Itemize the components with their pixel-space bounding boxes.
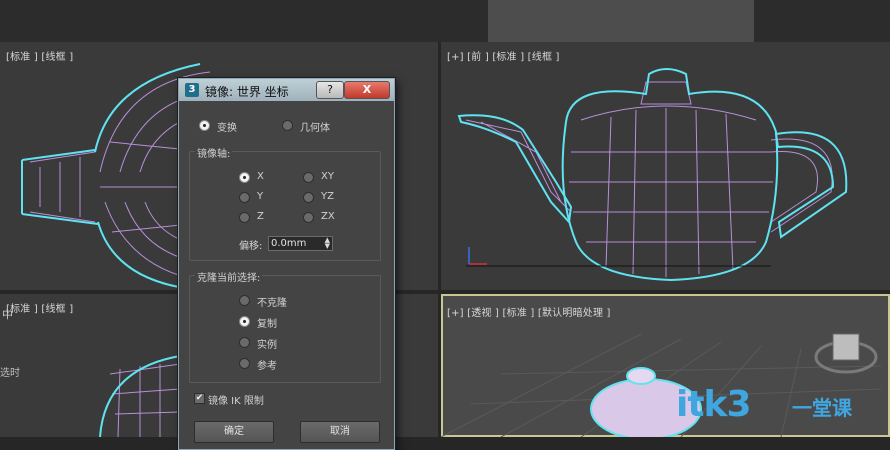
axis-y-label: Y	[257, 191, 264, 202]
viewport-label[interactable]: [标准 ] [线框 ]	[6, 300, 73, 315]
offset-label: 偏移:	[239, 241, 263, 252]
app-logo-icon: 3	[185, 83, 199, 97]
toolbar-panel	[488, 0, 754, 42]
radio-geometry-label: 几何体	[300, 123, 330, 134]
ok-button[interactable]: 确定	[194, 421, 274, 443]
reference-label: 参考	[257, 361, 277, 372]
dialog-title: 镜像: 世界 坐标	[205, 85, 289, 99]
radio-axis-xy[interactable]	[303, 172, 314, 183]
top-toolbar-strip	[0, 0, 890, 42]
radio-transform[interactable]	[199, 120, 210, 131]
spinner-arrows-icon[interactable]: ▲ ▼	[325, 237, 330, 250]
radio-instance[interactable]	[239, 337, 250, 348]
radio-transform-label: 变换	[217, 123, 237, 134]
viewport-label[interactable]: [+] [前 ] [标准 ] [线框 ]	[447, 48, 560, 63]
axis-z-label: Z	[257, 211, 264, 222]
mirror-ik-checkbox[interactable]: ✔	[194, 393, 205, 404]
radio-axis-y[interactable]	[239, 192, 250, 203]
offset-spinner[interactable]: 0.0mm ▲ ▼	[268, 236, 333, 251]
viewport-front[interactable]: [+] [前 ] [标准 ] [线框 ]	[441, 42, 890, 290]
radio-axis-x[interactable]	[239, 172, 250, 183]
dialog-titlebar[interactable]: 3 镜像: 世界 坐标 ? X	[179, 79, 394, 101]
clone-group	[189, 275, 381, 383]
offset-value[interactable]: 0.0mm	[271, 237, 306, 250]
teapot-front-wireframe	[457, 68, 848, 282]
radio-axis-z[interactable]	[239, 212, 250, 223]
viewport-label[interactable]: [标准 ] [线框 ]	[6, 48, 73, 63]
axis-x-label: X	[257, 171, 264, 182]
no-clone-label: 不克隆	[257, 298, 287, 309]
copy-label: 复制	[257, 319, 277, 330]
cancel-button[interactable]: 取消	[300, 421, 380, 443]
side-fragment-text: 中	[2, 308, 13, 321]
radio-axis-yz[interactable]	[303, 192, 314, 203]
radio-copy[interactable]	[239, 316, 250, 327]
mirror-axis-title: 镜像轴:	[195, 145, 233, 160]
side-fragment-text: 选时	[0, 368, 20, 379]
axis-xy-label: XY	[321, 171, 334, 182]
close-button[interactable]: X	[344, 81, 390, 99]
axis-yz-label: YZ	[321, 191, 334, 202]
radio-axis-zx[interactable]	[303, 212, 314, 223]
watermark-suffix: 一堂课	[792, 396, 852, 420]
instance-label: 实例	[257, 340, 277, 351]
mirror-ik-label: 镜像 IK 限制	[208, 396, 264, 407]
mirror-dialog: 3 镜像: 世界 坐标 ? X 变换 几何体 镜像轴: X Y Z XY YZ …	[178, 78, 395, 450]
axis-zx-label: ZX	[321, 211, 335, 222]
radio-geometry[interactable]	[282, 120, 293, 131]
viewport-label[interactable]: [+] [透视 ] [标准 ] [默认明暗处理 ]	[447, 304, 611, 319]
radio-no-clone[interactable]	[239, 295, 250, 306]
radio-reference[interactable]	[239, 358, 250, 369]
watermark-logo: itk3	[676, 384, 752, 425]
help-button[interactable]: ?	[316, 81, 344, 99]
clone-title: 克隆当前选择:	[195, 269, 263, 284]
